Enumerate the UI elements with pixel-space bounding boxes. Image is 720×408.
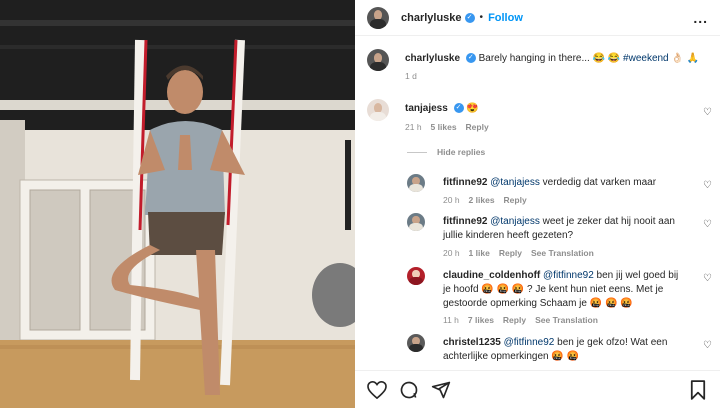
reply-body: weet je zeker dat hij nooit aan: [542, 216, 675, 227]
like-heart-icon[interactable]: ♡: [703, 219, 712, 230]
comment: tanjajess ✓ 😍 21 h 5 likes Reply ♡: [355, 99, 720, 139]
comment-time: 21 h: [405, 122, 422, 132]
reply-username[interactable]: christel1235: [443, 337, 501, 348]
reply-text: fitfinne92 @tanjajess verdedig dat varke…: [443, 176, 656, 190]
comment-text: tanjajess ✓ 😍: [405, 102, 479, 116]
hide-replies-button[interactable]: Hide replies: [407, 147, 485, 157]
like-heart-icon[interactable]: ♡: [703, 273, 712, 284]
ceiling-beam: [0, 45, 355, 49]
avatar[interactable]: [367, 99, 389, 121]
reply-button[interactable]: Reply: [466, 122, 489, 132]
reply: claudine_coldenhoff @fitfinne92 ben jij …: [355, 267, 720, 329]
floor: [0, 340, 355, 408]
caption-username[interactable]: charlyluske: [405, 53, 460, 64]
caption-emoji: 👌🏻 🙏: [671, 53, 700, 64]
reply-likes[interactable]: 7 likes: [468, 315, 494, 325]
see-translation-button[interactable]: See Translation: [531, 248, 594, 258]
floor-board: [0, 345, 355, 349]
follow-button[interactable]: Follow: [488, 12, 523, 24]
head: [167, 70, 203, 114]
door-panel: [29, 189, 81, 331]
reply-button[interactable]: Reply: [499, 248, 522, 258]
shorts: [148, 212, 225, 255]
reply-meta: 20 h 1 like Reply See Translation: [443, 248, 594, 258]
reply-body: verdedig dat varken maar: [542, 177, 657, 188]
avatar[interactable]: [407, 267, 425, 285]
like-heart-icon[interactable]: ♡: [703, 340, 712, 351]
more-options-icon[interactable]: ...: [693, 10, 708, 26]
reply-body-line2: achterlijke opmerkingen 🤬 🤬: [443, 351, 580, 362]
post-actions-bar: [355, 370, 720, 408]
avatar[interactable]: [407, 334, 425, 352]
avatar[interactable]: [407, 174, 425, 192]
bookmark-icon[interactable]: [688, 379, 708, 400]
comments-list: charlyluske ✓ Barely hanging in there...…: [355, 37, 720, 362]
comment-username[interactable]: tanjajess: [405, 103, 448, 114]
reply-body-line2: je hoofd 🤬 🤬 🤬 ? Je kent hun niet eens. …: [443, 284, 664, 295]
like-heart-icon[interactable]: [367, 380, 387, 400]
hide-replies-label: Hide replies: [437, 147, 486, 157]
caption-text: charlyluske ✓ Barely hanging in there...…: [405, 52, 699, 66]
reply-button[interactable]: Reply: [503, 315, 526, 325]
hands: [178, 135, 192, 170]
like-heart-icon[interactable]: ♡: [703, 180, 712, 191]
see-translation-button[interactable]: See Translation: [535, 315, 598, 325]
reply-body: ben jij wel goed bij: [596, 270, 679, 281]
comment-icon[interactable]: [399, 380, 419, 400]
reply-time: 20 h: [443, 248, 460, 258]
avatar[interactable]: [367, 49, 389, 71]
reply-button[interactable]: Reply: [504, 195, 527, 205]
separator-dot: •: [479, 12, 484, 23]
reply-username[interactable]: fitfinne92: [443, 216, 487, 227]
mention-link[interactable]: @tanjajess: [490, 216, 540, 227]
hashtag-link[interactable]: #weekend: [623, 53, 669, 64]
mention-link[interactable]: @fitfinne92: [504, 337, 555, 348]
caption-body: Barely hanging in there... 😂 😂: [478, 53, 621, 64]
strap: [345, 140, 351, 230]
reply-likes[interactable]: 2 likes: [469, 195, 495, 205]
caption-time: 1 d: [405, 71, 417, 81]
mention-link[interactable]: @tanjajess: [490, 177, 540, 188]
reply-meta: 11 h 7 likes Reply See Translation: [443, 315, 598, 325]
reply: fitfinne92 @tanjajess verdedig dat varke…: [355, 174, 720, 214]
comment-body: 😍: [466, 103, 479, 114]
reply-text: claudine_coldenhoff @fitfinne92 ben jij …: [443, 269, 678, 311]
post-photo[interactable]: [0, 0, 355, 408]
reply: christel1235 @fitfinne92 ben je gek ofzo…: [355, 334, 720, 362]
reply-text: christel1235 @fitfinne92 ben je gek ofzo…: [443, 336, 667, 362]
verified-badge-icon: ✓: [464, 12, 475, 23]
avatar[interactable]: [367, 6, 389, 29]
divider-line: [407, 151, 427, 153]
post-side-panel: charlyluske ✓ • Follow ... charlyluske ✓…: [355, 0, 720, 408]
reply-body-line3: gestoorde opmerking Schaam je 🤬 🤬 🤬: [443, 298, 633, 309]
avatar[interactable]: [407, 213, 425, 231]
post-image: [0, 0, 355, 408]
reply-body-line2: jullie kinderen heeft gezeten?: [443, 230, 574, 241]
ceiling-beam: [0, 20, 355, 26]
share-icon[interactable]: [431, 380, 451, 400]
comment-likes[interactable]: 5 likes: [431, 122, 457, 132]
header-username[interactable]: charlyluske: [401, 12, 462, 24]
reply-likes[interactable]: 1 like: [469, 248, 490, 258]
reply-time: 11 h: [443, 315, 459, 325]
like-heart-icon[interactable]: ♡: [703, 107, 712, 118]
reply: fitfinne92 @tanjajess weet je zeker dat …: [355, 213, 720, 265]
verified-badge-icon: ✓: [465, 53, 476, 64]
reply-username[interactable]: fitfinne92: [443, 177, 487, 188]
post-header: charlyluske ✓ • Follow ...: [355, 0, 720, 36]
reply-text: fitfinne92 @tanjajess weet je zeker dat …: [443, 215, 675, 243]
reply-body: ben je gek ofzo! Wat een: [557, 337, 668, 348]
reply-time: 20 h: [443, 195, 460, 205]
reply-username[interactable]: claudine_coldenhoff: [443, 270, 540, 281]
reply-meta: 20 h 2 likes Reply: [443, 195, 527, 205]
verified-badge-icon: ✓: [453, 103, 464, 114]
caption: charlyluske ✓ Barely hanging in there...…: [355, 49, 720, 89]
mention-link[interactable]: @fitfinne92: [543, 270, 594, 281]
comment-meta: 21 h 5 likes Reply: [405, 122, 489, 132]
